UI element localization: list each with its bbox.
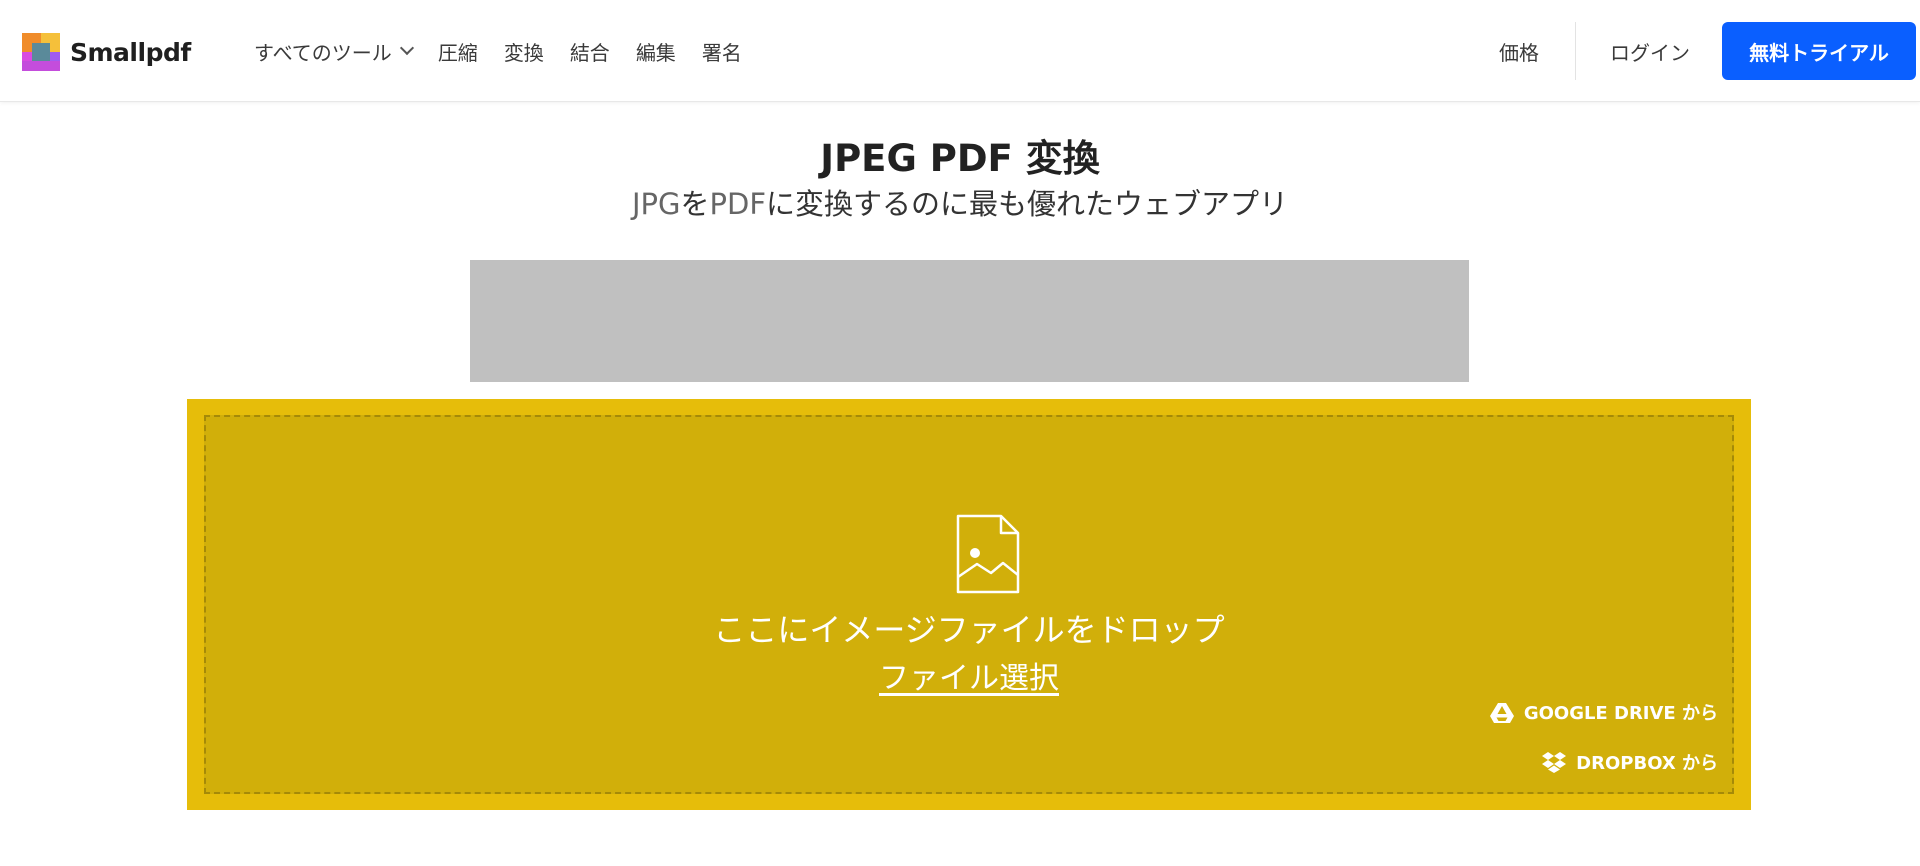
subtitle-rest: に変換するのに最も優れたウェブアプリ xyxy=(766,187,1289,221)
free-trial-button[interactable]: 無料トライアル xyxy=(1722,22,1916,80)
smallpdf-logo-icon xyxy=(22,33,60,71)
dropbox-icon xyxy=(1542,752,1567,773)
main-nav: すべてのツール 圧縮 変換 結合 編集 署名 xyxy=(254,0,768,102)
chevron-down-icon xyxy=(399,40,414,56)
page-title: JPEG PDF 変換 xyxy=(820,137,1100,180)
google-drive-icon xyxy=(1489,702,1514,723)
choose-file-wrapper: ファイル選択 xyxy=(206,653,1732,697)
file-drop-zone[interactable]: ここにイメージファイルをドロップ ファイル選択 GOOGLE DRIVE から … xyxy=(187,399,1751,810)
subtitle-jpg: JPG xyxy=(631,187,681,221)
smallpdf-logo[interactable]: Smallpdf xyxy=(22,33,191,71)
google-drive-button[interactable]: GOOGLE DRIVE から xyxy=(1489,699,1718,725)
dropbox-button[interactable]: DROPBOX から xyxy=(1542,749,1718,775)
page-subtitle: JPGをPDFに変換するのに最も優れたウェブアプリ xyxy=(0,184,1920,224)
subtitle-wo: を xyxy=(680,187,710,221)
drop-instruction: ここにイメージファイルをドロップ xyxy=(713,611,1225,649)
site-header: Smallpdf すべてのツール 圧縮 変換 結合 編集 署名 価格 ログイン … xyxy=(0,0,1920,102)
drop-target-area[interactable]: ここにイメージファイルをドロップ ファイル選択 GOOGLE DRIVE から … xyxy=(204,415,1734,794)
image-file-icon xyxy=(956,514,1020,594)
choose-file-link[interactable]: ファイル選択 xyxy=(879,661,1059,696)
nav-edit[interactable]: 編集 xyxy=(636,37,676,66)
nav-compress[interactable]: 圧縮 xyxy=(438,37,478,66)
pricing-link[interactable]: 価格 xyxy=(1499,37,1575,66)
nav-convert[interactable]: 変換 xyxy=(504,37,544,66)
login-link[interactable]: ログイン xyxy=(1576,37,1722,66)
brand-name: Smallpdf xyxy=(70,37,191,67)
nav-all-tools[interactable]: すべてのツール xyxy=(254,37,414,66)
google-drive-label: GOOGLE DRIVE から xyxy=(1523,703,1718,724)
nav-all-tools-label: すべてのツール xyxy=(254,40,392,65)
subtitle-pdf: PDF xyxy=(709,187,767,221)
nav-merge[interactable]: 結合 xyxy=(570,37,610,66)
ad-placeholder xyxy=(470,260,1469,382)
header-actions: 価格 ログイン 無料トライアル xyxy=(1499,0,1920,102)
dropbox-label: DROPBOX から xyxy=(1576,753,1718,774)
nav-sign[interactable]: 署名 xyxy=(702,37,742,66)
